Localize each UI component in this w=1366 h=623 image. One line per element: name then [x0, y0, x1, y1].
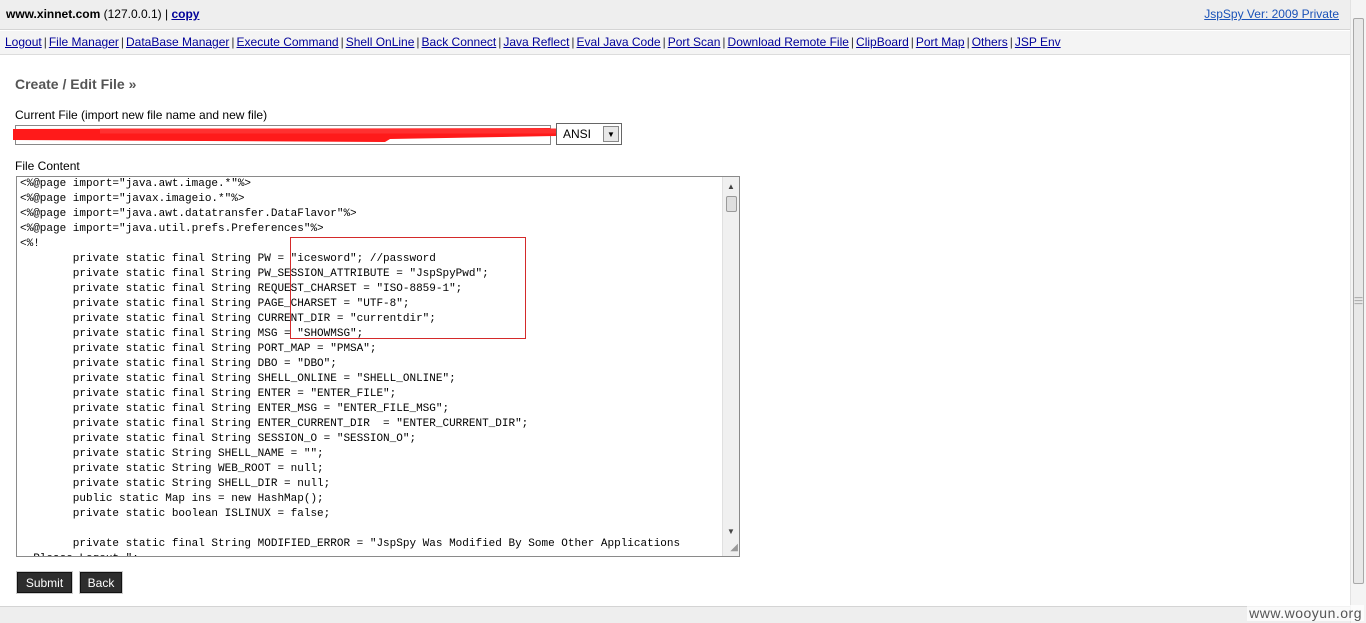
scroll-up-icon[interactable]: ▲	[723, 178, 739, 194]
current-file-input[interactable]	[15, 125, 551, 145]
nav-execute-command[interactable]: Execute Command	[237, 35, 339, 49]
nav-jsp-env[interactable]: JSP Env	[1015, 35, 1061, 49]
current-file-label: Current File (import new file name and n…	[15, 108, 268, 122]
nav-database-manager[interactable]: DataBase Manager	[126, 35, 229, 49]
nav-separator: |	[43, 35, 47, 49]
editor-scrollbar[interactable]: ▲ ▼	[722, 177, 739, 556]
nav-separator: |	[722, 35, 726, 49]
file-content-textarea[interactable]: <%@page import="java.awt.image.*"%> <%@p…	[16, 176, 740, 557]
editor-scroll-thumb[interactable]	[726, 196, 737, 212]
nav-separator: |	[416, 35, 420, 49]
watermark-text: www.wooyun.org	[1247, 605, 1364, 621]
nav-eval-java-code[interactable]: Eval Java Code	[577, 35, 661, 49]
nav-shell-online[interactable]: Shell OnLine	[346, 35, 415, 49]
nav-back-connect[interactable]: Back Connect	[422, 35, 497, 49]
nav-clipboard[interactable]: ClipBoard	[856, 35, 909, 49]
nav-port-map[interactable]: Port Map	[916, 35, 965, 49]
back-button[interactable]: Back	[79, 571, 123, 594]
chevron-down-icon[interactable]: ▼	[603, 126, 619, 142]
host-ip: (127.0.0.1)	[103, 7, 162, 21]
host-name: www.xinnet.com	[6, 7, 101, 21]
nav-separator: |	[231, 35, 235, 49]
nav-separator: |	[120, 35, 124, 49]
encoding-value: ANSI	[563, 127, 592, 141]
host-separator: |	[164, 7, 169, 21]
scroll-down-icon[interactable]: ▼	[723, 523, 739, 539]
nav-separator: |	[340, 35, 344, 49]
submit-button[interactable]: Submit	[16, 571, 73, 594]
nav-java-reflect[interactable]: Java Reflect	[503, 35, 569, 49]
nav-logout[interactable]: Logout	[5, 35, 42, 49]
scroll-grip-icon: — — —	[1354, 293, 1363, 308]
top-header-bar: www.xinnet.com (127.0.0.1) | copy JspSpy…	[0, 0, 1350, 30]
file-content-label: File Content	[15, 159, 80, 173]
page-title: Create / Edit File »	[15, 76, 137, 92]
nav-separator: |	[966, 35, 970, 49]
file-content-text: <%@page import="java.awt.image.*"%> <%@p…	[20, 178, 681, 556]
nav-separator: |	[571, 35, 575, 49]
encoding-select[interactable]: ANSI ▼	[556, 123, 622, 145]
nav-separator: |	[850, 35, 855, 49]
version-link[interactable]: JspSpy Ver: 2009 Private	[1204, 7, 1339, 21]
page-scrollbar[interactable]: — — —	[1350, 0, 1366, 623]
nav-separator: |	[910, 35, 914, 49]
nav-download-remote-file[interactable]: Download Remote File	[728, 35, 849, 49]
nav-file-manager[interactable]: File Manager	[49, 35, 119, 49]
resize-grip-icon[interactable]: ◢	[724, 541, 738, 555]
host-info: www.xinnet.com (127.0.0.1) | copy	[6, 7, 199, 21]
copy-link[interactable]: copy	[171, 7, 199, 21]
nav-port-scan[interactable]: Port Scan	[668, 35, 721, 49]
nav-separator: |	[662, 35, 666, 49]
jspspy-page: www.xinnet.com (127.0.0.1) | copy JspSpy…	[0, 0, 1350, 623]
nav-separator: |	[1009, 35, 1013, 49]
main-nav: Logout | File Manager | DataBase Manager | Exe…	[0, 31, 1350, 55]
nav-others[interactable]: Others	[972, 35, 1008, 49]
footer-bar	[0, 606, 1350, 623]
